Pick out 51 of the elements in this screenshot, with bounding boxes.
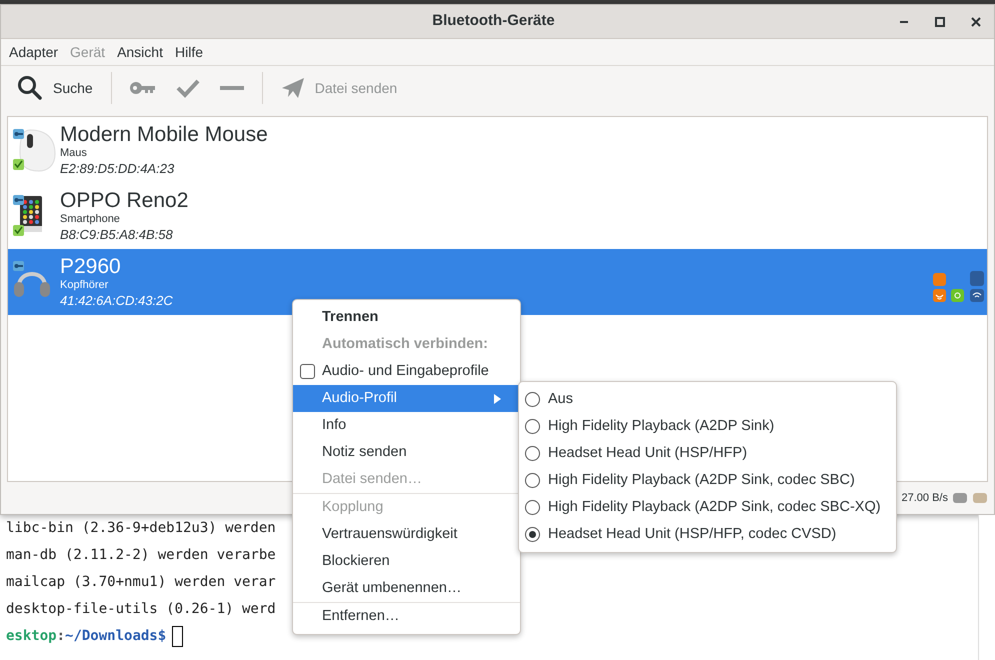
- search-button[interactable]: Suche: [9, 71, 101, 105]
- radio-menu-item[interactable]: High Fidelity Playback (A2DP Sink): [519, 413, 896, 440]
- minimize-icon: [900, 20, 908, 22]
- device-address: B8:C9:B5:A8:4B:58: [60, 226, 174, 242]
- terminal-line: man-db (2.11.2-2) werden verarbe: [6, 546, 276, 565]
- radio-menu-item[interactable]: Aus: [519, 386, 896, 413]
- submenu-arrow-icon: [494, 394, 502, 404]
- radio-menu-item[interactable]: High Fidelity Playback (A2DP Sink, codec SBC-XQ): [519, 494, 896, 521]
- device-address: E2:89:D5:DD:4A:23: [60, 160, 176, 176]
- mouse-icon: [12, 128, 56, 172]
- send-icon: [280, 77, 305, 99]
- menu-item[interactable]: Vertrauenswürdigkeit: [293, 521, 520, 548]
- menu-item[interactable]: Adapter: [3, 42, 64, 62]
- terminal-prompt: esktop:~/Downloads$: [6, 623, 184, 650]
- terminal-line: desktop-file-utils (0.26-1) werd: [6, 600, 276, 619]
- close-icon: [971, 16, 981, 26]
- radio-menu-item[interactable]: Headset Head Unit (HSP/HFP, codec CVSD): [519, 521, 896, 548]
- status-icon: [972, 491, 988, 505]
- menu-item[interactable]: Gerät umbenennen…: [293, 575, 520, 602]
- menu-header: Automatisch verbinden:: [321, 334, 489, 354]
- check-icon: [176, 78, 200, 98]
- status-icon: [952, 491, 968, 505]
- menu-item[interactable]: Ansicht: [111, 42, 169, 62]
- terminal-line: libc-bin (2.36-9+deb12u3) werden: [6, 519, 276, 538]
- terminal-cursor: [172, 626, 184, 647]
- device-type: Kopfhörer: [60, 278, 110, 292]
- device-name: OPPO Reno2: [60, 190, 188, 212]
- device-row[interactable]: OPPO Reno2 Smartphone B8:C9:B5:A8:4B:58: [8, 183, 987, 249]
- window-title: Bluetooth-Geräte: [431, 11, 556, 32]
- device-row[interactable]: Modern Mobile Mouse Maus E2:89:D5:DD:4A:23: [8, 117, 987, 183]
- maximize-icon: [935, 16, 945, 26]
- device-address: 41:42:6A:CD:43:2C: [60, 292, 173, 308]
- menu-item[interactable]: Notiz senden: [293, 439, 520, 466]
- key-icon: [130, 81, 156, 95]
- device-name: P2960: [60, 256, 122, 278]
- radio-menu-item[interactable]: Headset Head Unit (HSP/HFP): [519, 440, 896, 467]
- device-type: Maus: [60, 146, 88, 160]
- device-name: Modern Mobile Mouse: [60, 124, 268, 146]
- search-icon: [17, 75, 43, 101]
- device-type: Smartphone: [60, 212, 121, 226]
- terminal-line: mailcap (3.70+nmu1) werden verar: [6, 573, 276, 592]
- radio-menu-item[interactable]: High Fidelity Playback (A2DP Sink, codec SBC): [519, 467, 896, 494]
- menu-item[interactable]: Info: [293, 412, 520, 439]
- connection-status-icons-drawing: [933, 271, 985, 305]
- checkbox-menu-item[interactable]: Audio- und Eingabeprofile: [293, 358, 520, 385]
- submenu-item[interactable]: Audio-Profil: [293, 385, 520, 412]
- minus-icon: [220, 85, 244, 91]
- transfer-rate: 27.00 B/s: [902, 490, 948, 506]
- menu-item[interactable]: Hilfe: [168, 42, 209, 62]
- menu-item[interactable]: Blockieren: [293, 548, 520, 575]
- menu-item[interactable]: Entfernen…: [293, 603, 520, 630]
